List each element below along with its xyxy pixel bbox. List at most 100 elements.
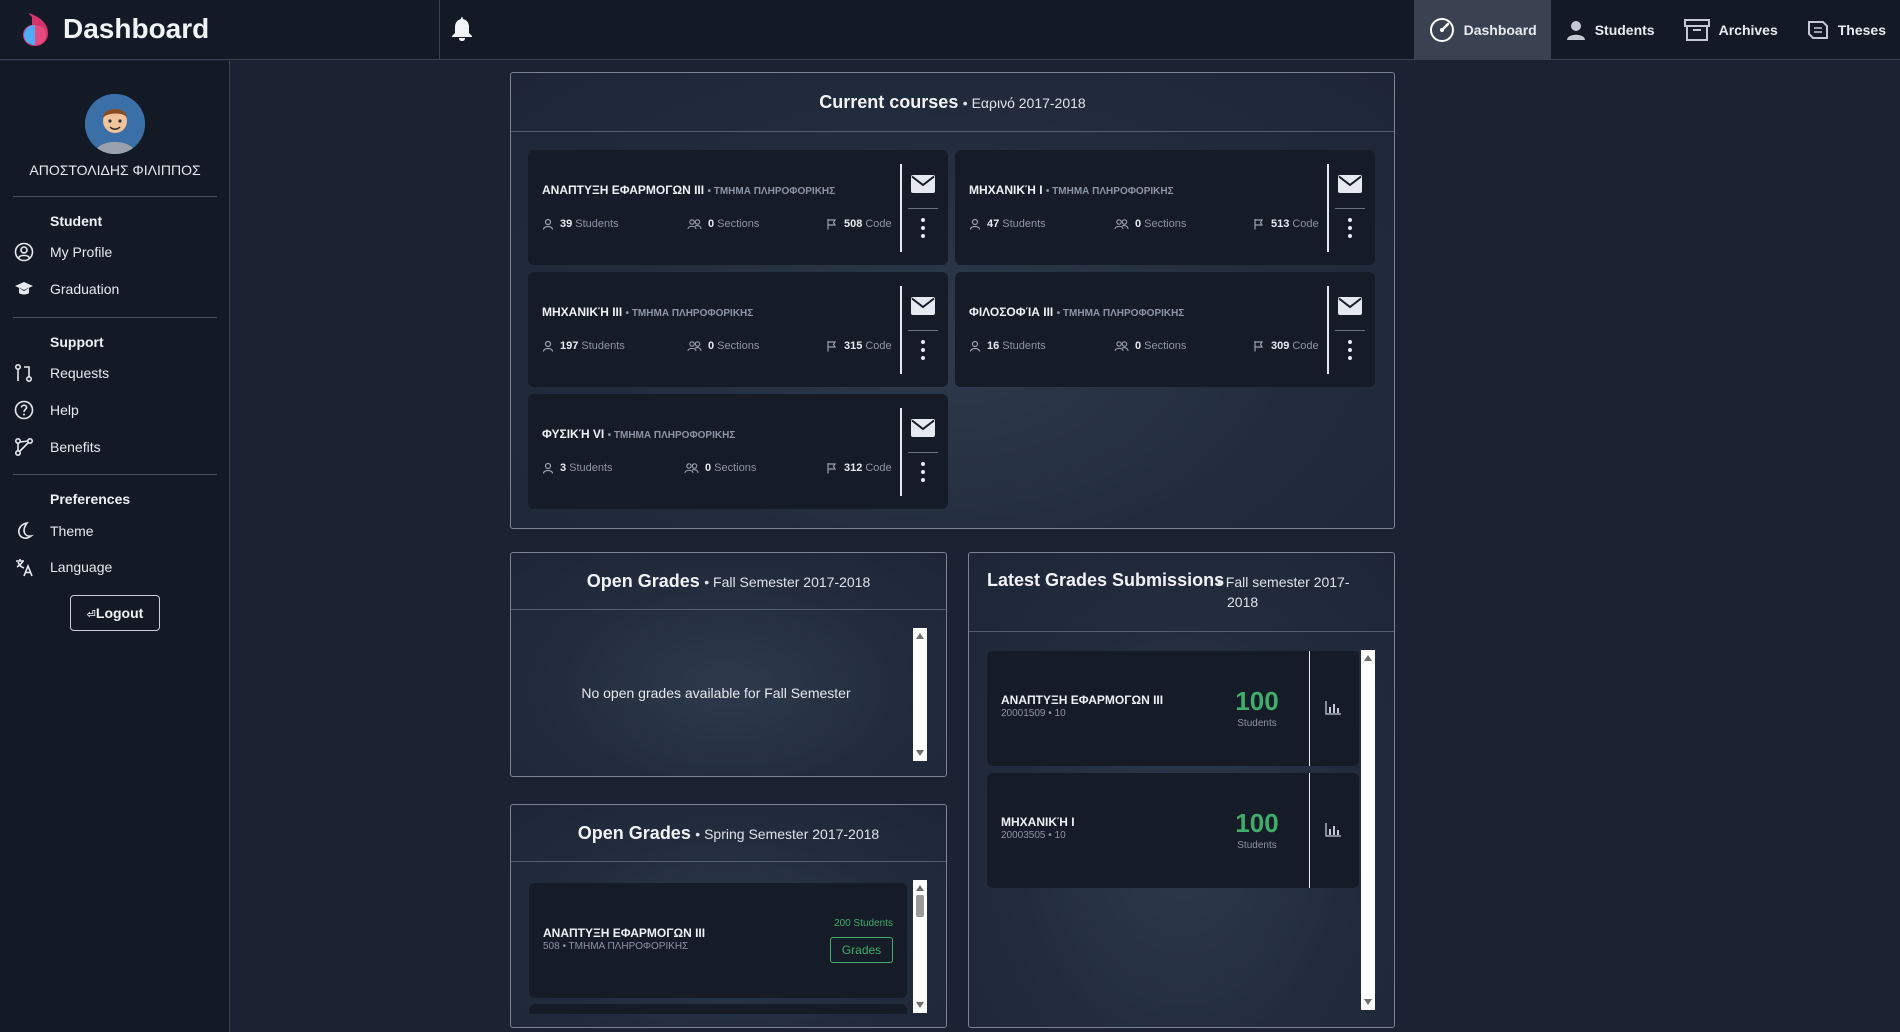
divider <box>13 474 217 475</box>
scroll-down-arrow-icon[interactable] <box>916 750 924 756</box>
sidebar-item-my-profile[interactable]: My Profile <box>14 242 112 262</box>
course-name: ΑΝΑΠΤΥΞΗ ΕΦΑΡΜΟΓΩΝ ΙΙΙ <box>1001 693 1164 707</box>
users-group-icon <box>687 219 702 230</box>
card-divider <box>1309 651 1310 766</box>
submission-item[interactable]: ΜΗΧΑΝΙΚΉ Ι 20003505 • 10 100 Students <box>987 773 1359 888</box>
more-vertical-icon[interactable] <box>1347 217 1353 239</box>
sidebar-item-label: Requests <box>50 365 110 381</box>
stat-value: 16 <box>987 340 1000 352</box>
mail-button[interactable] <box>911 297 935 320</box>
sidebar-item-theme[interactable]: Theme <box>14 521 94 541</box>
nav-theses[interactable]: Theses <box>1792 0 1900 60</box>
notifications-bell-icon[interactable] <box>450 16 474 42</box>
card-divider <box>900 286 902 374</box>
mail-icon[interactable] <box>911 297 935 315</box>
mail-icon[interactable] <box>1338 297 1362 315</box>
panel-subtitle: • Spring Semester 2017-2018 <box>695 826 880 842</box>
stat-value: 312 <box>844 462 863 474</box>
sidebar-item-benefits[interactable]: Benefits <box>14 437 101 457</box>
mail-button[interactable] <box>1338 297 1362 320</box>
users-group-icon <box>687 341 702 352</box>
stat-value: 0 <box>1135 218 1142 230</box>
nav-archives[interactable]: Archives <box>1669 0 1792 60</box>
help-circle-icon <box>14 400 34 420</box>
mail-icon[interactable] <box>1338 175 1362 193</box>
stat-value: 315 <box>844 340 863 352</box>
top-bar: Dashboard Dashboard Students Archives Th… <box>0 0 1900 60</box>
more-vertical-icon[interactable] <box>920 217 926 239</box>
stat-value: 3 <box>560 462 567 474</box>
scrollbar[interactable] <box>913 880 927 1013</box>
sidebar-item-help[interactable]: Help <box>14 400 79 420</box>
sections-stat: 0 Sections <box>687 340 759 352</box>
mail-button[interactable] <box>1338 175 1362 198</box>
theses-icon <box>1807 21 1828 39</box>
card-divider <box>1335 330 1365 331</box>
course-department: • ΤΜΗΜΑ ΠΛΗΡΟΦΟΡΙΚΗΣ <box>607 430 736 441</box>
statistics-button[interactable] <box>1325 701 1341 720</box>
user-outline-icon <box>542 340 554 352</box>
course-card[interactable]: ΦΥΣΙΚΉ VI • ΤΜΗΜΑ ΠΛΗΡΟΦΟΡΙΚΗΣ 3 Students 0… <box>528 394 948 509</box>
more-options-button[interactable] <box>920 217 926 244</box>
more-options-button[interactable] <box>1347 217 1353 244</box>
logout-button[interactable]: ⏎Logout <box>70 595 160 631</box>
user-outline-icon <box>542 218 554 230</box>
scroll-up-arrow-icon[interactable] <box>1364 655 1372 661</box>
scroll-up-arrow-icon[interactable] <box>916 633 924 639</box>
moon-icon <box>18 521 34 539</box>
mail-icon[interactable] <box>911 175 935 193</box>
scroll-thumb[interactable] <box>916 895 924 917</box>
course-card[interactable]: ΜΗΧΑΝΙΚΉ Ι • ΤΜΗΜΑ ΠΛΗΡΟΦΟΡΙΚΗΣ 47 Student… <box>955 150 1375 265</box>
scrollbar[interactable] <box>913 628 927 761</box>
dashboard-gauge-icon <box>1429 18 1454 42</box>
sections-stat: 0 Sections <box>1114 218 1186 230</box>
nav-label: Dashboard <box>1463 22 1537 38</box>
more-vertical-icon[interactable] <box>1347 339 1353 361</box>
course-card[interactable]: ΦΙΛΟΣΟΦΊΑ ΙΙΙ • ΤΜΗΜΑ ΠΛΗΡΟΦΟΡΙΚΗΣ 16 Stud… <box>955 272 1375 387</box>
course-title: ΦΥΣΙΚΉ VI <box>542 427 605 441</box>
app-title: Dashboard <box>63 13 210 44</box>
sidebar-item-label: Language <box>50 559 113 575</box>
sidebar-item-label: Benefits <box>50 439 101 455</box>
scroll-up-arrow-icon[interactable] <box>916 885 924 891</box>
bar-chart-icon[interactable] <box>1325 701 1341 715</box>
more-vertical-icon[interactable] <box>920 339 926 361</box>
course-department: • ΤΜΗΜΑ ΠΛΗΡΟΦΟΡΙΚΗΣ <box>1056 308 1185 319</box>
stat-value: 197 <box>560 340 579 352</box>
scroll-down-arrow-icon[interactable] <box>916 1002 924 1008</box>
more-options-button[interactable] <box>920 461 926 488</box>
scroll-down-arrow-icon[interactable] <box>1364 999 1372 1005</box>
stat-label: Code <box>1292 218 1319 230</box>
mail-button[interactable] <box>911 175 935 198</box>
sidebar-item-language[interactable]: Language <box>14 557 112 577</box>
sidebar-item-requests[interactable]: Requests <box>14 363 109 383</box>
sidebar-item-graduation[interactable]: Graduation <box>14 279 119 299</box>
statistics-button[interactable] <box>1325 823 1341 842</box>
avatar[interactable] <box>85 94 145 154</box>
nav-dashboard[interactable]: Dashboard <box>1413 0 1551 60</box>
open-grade-item[interactable]: ΑΝΑΠΤΥΞΗ ΕΦΑΡΜΟΓΩΝ ΙΙΙ 508 • ΤΜΗΜΑ ΠΛΗΡΟ… <box>529 883 907 998</box>
open-grades-fall-panel: Open Grades • Fall Semester 2017-2018 No… <box>510 552 947 777</box>
course-title: ΜΗΧΑΝΙΚΉ ΙΙΙ <box>542 305 623 319</box>
more-vertical-icon[interactable] <box>920 461 926 483</box>
grades-button[interactable]: Grades <box>830 937 893 963</box>
code-stat: 513 Code <box>1253 218 1319 230</box>
course-card[interactable]: ΜΗΧΑΝΙΚΉ ΙΙΙ • ΤΜΗΜΑ ΠΛΗΡΟΦΟΡΙΚΗΣ 197 Stud… <box>528 272 948 387</box>
course-card[interactable]: ΑΝΑΠΤΥΞΗ ΕΦΑΡΜΟΓΩΝ ΙΙΙ • ΤΜΗΜΑ ΠΛΗΡΟΦΟΡΙ… <box>528 150 948 265</box>
card-divider <box>900 408 902 496</box>
panel-title: Open Grades <box>586 571 700 591</box>
bar-chart-icon[interactable] <box>1325 823 1341 837</box>
mail-button[interactable] <box>911 419 935 442</box>
flag-icon <box>827 463 837 474</box>
more-options-button[interactable] <box>1347 339 1353 366</box>
submission-item[interactable]: ΑΝΑΠΤΥΞΗ ΕΦΑΡΜΟΓΩΝ ΙΙΙ 20001509 • 10 100 St… <box>987 651 1359 766</box>
user-icon <box>1566 21 1585 40</box>
nav-students[interactable]: Students <box>1551 0 1669 60</box>
panel-title: Latest Grades Submissions <box>987 570 1225 590</box>
more-options-button[interactable] <box>920 339 926 366</box>
users-group-icon <box>1114 341 1129 352</box>
flag-icon <box>1254 219 1264 230</box>
mail-icon[interactable] <box>911 419 935 437</box>
scrollbar[interactable] <box>1361 650 1375 1010</box>
sections-stat: 0 Sections <box>687 218 759 230</box>
